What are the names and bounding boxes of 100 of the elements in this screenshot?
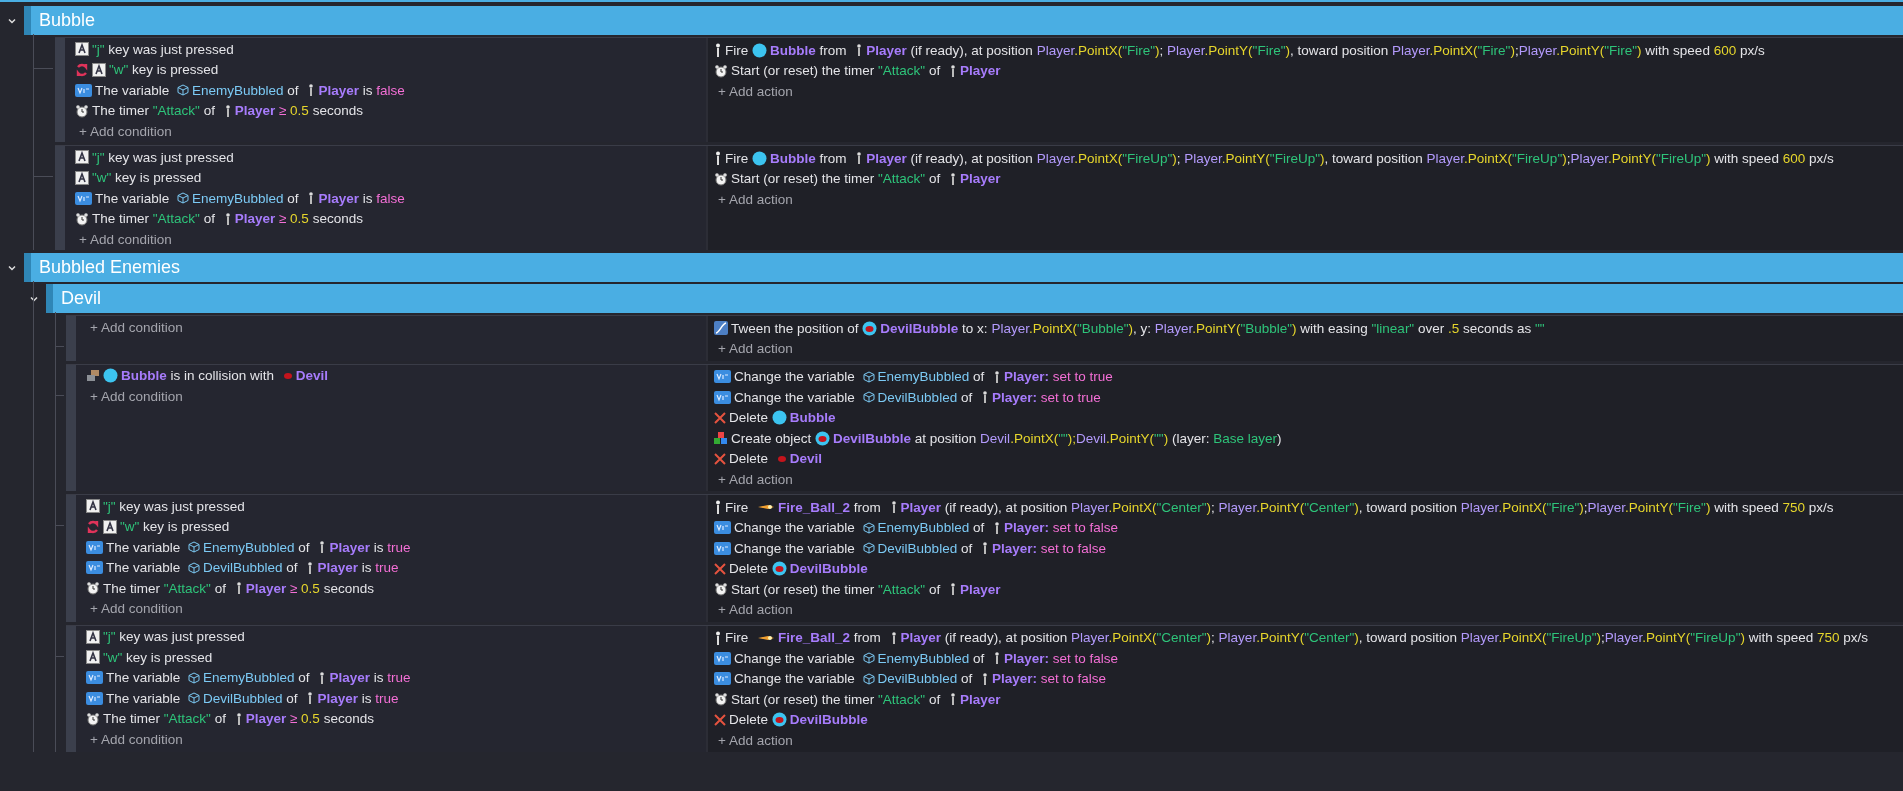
action-text: Change the variable <box>734 389 856 405</box>
add-action-button[interactable]: + Add action <box>714 338 793 359</box>
key-icon <box>103 519 117 534</box>
variable-icon <box>714 390 731 404</box>
condition-text: Player ≥ 0.5 seconds <box>245 711 374 727</box>
figure-icon <box>235 712 242 725</box>
figure-icon <box>993 652 1000 665</box>
add-action-button[interactable]: + Add action <box>714 469 793 489</box>
alarm-clock-icon <box>714 692 728 707</box>
cross-icon <box>714 411 726 424</box>
add-action-button[interactable]: + Add action <box>714 189 793 209</box>
add-condition-button[interactable]: + Add condition <box>75 229 172 249</box>
action-text: DevilBubble <box>789 561 868 577</box>
alarm-clock-icon <box>714 171 728 186</box>
drag-handle[interactable] <box>55 38 65 142</box>
alarm-clock-icon <box>75 211 89 226</box>
action-text: DevilBubbled of <box>877 389 974 405</box>
action-text: Change the variable <box>734 540 856 556</box>
condition-text: "w" key is pressed <box>109 62 219 78</box>
condition-text: "j" key was just pressed <box>103 629 245 645</box>
figure-icon <box>993 521 1000 534</box>
action-text: Fire <box>725 499 750 515</box>
figure-icon <box>224 104 231 117</box>
add-condition-button[interactable]: + Add condition <box>86 598 183 619</box>
condition-text: Player ≥ 0.5 seconds <box>234 103 363 119</box>
key-icon <box>75 150 89 165</box>
variable-icon <box>75 83 92 97</box>
condition-text: "w" key is pressed <box>103 649 213 665</box>
bubble-icon <box>752 150 767 166</box>
figure-icon <box>890 501 897 514</box>
variable-icon <box>714 672 731 686</box>
bubble-icon <box>771 410 787 426</box>
action-text: EnemyBubbled of <box>877 369 986 385</box>
action-text: Player (if ready), at position Player.PointX("Center"); Player.PointY("Center"), toward position Player.PointX("FireUp");Player.PointY("FireUp") with speed 750 px/s <box>900 630 1868 646</box>
variable-icon <box>86 561 103 575</box>
action-text: Player (if ready), at position Player.PointX("Fire"); Player.PointY("Fire"), toward position Player.PointX("Fire");Player.PointY("Fire") with speed 600 px/s <box>866 42 1765 58</box>
action-text: Change the variable <box>734 369 856 385</box>
action-text: Player <box>959 63 1001 79</box>
drag-handle[interactable] <box>66 495 76 622</box>
condition-text: Devil <box>295 368 329 384</box>
key-icon <box>92 62 106 77</box>
bubble-icon <box>815 430 831 446</box>
crates-icon <box>86 369 100 382</box>
add-condition-button[interactable]: + Add condition <box>86 386 183 406</box>
variable-icon <box>86 691 103 705</box>
figure-icon <box>993 370 1000 383</box>
condition-text: EnemyBubbled of <box>192 190 300 206</box>
cube-icon <box>188 561 201 574</box>
add-action-button[interactable]: + Add action <box>714 599 793 620</box>
drag-handle[interactable] <box>66 625 76 752</box>
drag-handle[interactable] <box>66 316 76 361</box>
action-text: Start (or reset) the timer "Attack" of <box>731 63 942 79</box>
figure-icon <box>949 693 956 706</box>
add-condition-button[interactable]: + Add condition <box>75 121 172 141</box>
figure-icon <box>714 151 722 166</box>
condition-text: Bubble is in collision with <box>121 368 276 384</box>
tween-icon <box>714 321 728 336</box>
condition-text: The variable <box>95 190 171 206</box>
add-action-button[interactable]: + Add action <box>714 81 793 101</box>
action-text: Fire <box>725 150 750 166</box>
condition-text: EnemyBubbled of <box>203 670 311 686</box>
action-text: Player (if ready), at position Player.PointX("Center"); Player.PointY("Center"), toward position Player.PointX("Fire");Player.PointY("Fire") with speed 750 px/s <box>900 499 1834 515</box>
figure-icon <box>319 541 326 554</box>
add-condition-button[interactable]: + Add condition <box>86 317 183 337</box>
cube-icon <box>862 542 875 555</box>
condition-text: Player is true <box>317 560 399 576</box>
condition-text: "j" key was just pressed <box>103 498 245 514</box>
action-text: Start (or reset) the timer "Attack" of <box>731 581 942 597</box>
cube-icon <box>188 541 201 554</box>
condition-text: DevilBubbled of <box>203 560 299 576</box>
action-text: DevilBubbled of <box>877 671 974 687</box>
condition-text: "j" key was just pressed <box>92 149 234 165</box>
figure-icon <box>714 630 722 645</box>
add-action-button[interactable]: + Add action <box>714 730 793 750</box>
alarm-clock-icon <box>75 103 89 118</box>
figure-icon <box>224 212 231 225</box>
add-condition-button[interactable]: + Add condition <box>86 729 183 749</box>
condition-text: The timer "Attack" of <box>103 580 227 596</box>
drag-handle[interactable] <box>55 146 65 250</box>
condition-text: Player is true <box>317 690 399 706</box>
alarm-clock-icon <box>86 711 100 726</box>
condition-text: EnemyBubbled of <box>192 82 300 98</box>
figure-icon <box>890 631 897 644</box>
variable-icon <box>86 540 103 554</box>
condition-text: Player is false <box>318 190 405 206</box>
key-icon <box>75 170 89 185</box>
condition-text: "w" key is pressed <box>120 519 230 535</box>
action-text: Devil <box>789 451 823 467</box>
figure-icon <box>308 192 315 205</box>
figure-icon <box>307 692 314 705</box>
drag-handle[interactable] <box>66 364 76 491</box>
fireball-icon <box>758 504 774 511</box>
cube-icon <box>177 84 190 97</box>
bubble-icon <box>771 712 787 728</box>
condition-text: The variable <box>106 539 182 555</box>
cube-icon <box>862 370 875 383</box>
figure-icon <box>981 672 988 685</box>
action-text: Player: set to false <box>1003 520 1118 536</box>
action-text: Change the variable <box>734 650 856 666</box>
action-text: EnemyBubbled of <box>877 520 986 536</box>
